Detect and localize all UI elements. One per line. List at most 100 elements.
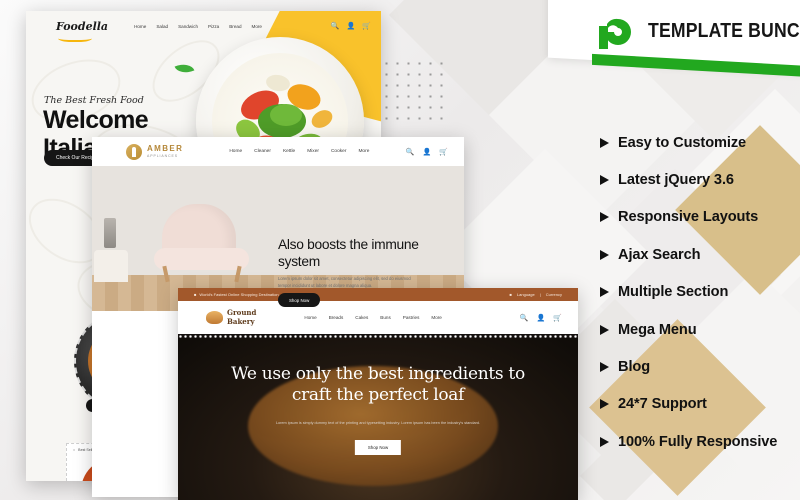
- feature-item: Mega Menu: [600, 311, 800, 348]
- foodella-eyebrow: The Best Fresh Food: [44, 95, 144, 106]
- nav-item[interactable]: Mixer: [307, 149, 319, 154]
- chair-leg: [162, 265, 170, 283]
- feature-label: Blog: [618, 359, 651, 376]
- amber-brand-sub: APPLIANCES: [147, 154, 178, 159]
- amber-logo-text: AMBER APPLIANCES: [147, 143, 184, 159]
- amber-navbar: AMBER APPLIANCES Home Cleaner Kettle Mix…: [92, 137, 464, 166]
- user-icon[interactable]: 👤: [347, 22, 356, 30]
- bakery-topbar: ■ World's Fastest Online Shopping Destin…: [178, 288, 578, 301]
- nav-item[interactable]: Bread: [229, 24, 241, 29]
- amber-nav-icons: 🔍 👤 🛒: [406, 148, 448, 156]
- currency-selector[interactable]: Currency: [546, 292, 562, 297]
- feature-label: Multiple Section: [618, 284, 729, 301]
- feature-label: Easy to Customize: [618, 134, 747, 151]
- amber-brand: AMBER: [147, 143, 184, 153]
- headline-line-2: craft the perfect loaf: [291, 384, 465, 405]
- flag-icon: ■: [194, 292, 197, 297]
- bakery-headline: We use only the best ingredients to craf…: [178, 364, 578, 405]
- triangle-bullet-icon: [600, 137, 609, 148]
- feature-label: Latest jQuery 3.6: [618, 172, 734, 189]
- brand-name: TEMPLATE BUNCH: [648, 19, 800, 42]
- brand-lockup: TEMPLATE BUNCH: [596, 10, 800, 52]
- nav-item[interactable]: Pizza: [208, 24, 219, 29]
- nav-item[interactable]: More: [252, 24, 262, 29]
- feature-item: Ajax Search: [600, 236, 800, 273]
- search-icon[interactable]: 🔍: [331, 22, 340, 30]
- bakery-hero: We use only the best ingredients to craf…: [178, 338, 578, 500]
- user-icon[interactable]: 👤: [537, 314, 546, 322]
- amber-logo-icon: [126, 143, 142, 160]
- nav-item[interactable]: Buns: [380, 315, 390, 320]
- topbar-divider: |: [539, 292, 541, 297]
- feature-item: 100% Fully Responsive: [600, 423, 800, 460]
- bakery-navbar: Ground Bakery Home Breads Cakes Buns Pas…: [178, 301, 578, 334]
- nav-item[interactable]: Cakes: [355, 315, 368, 320]
- triangle-bullet-icon: [600, 249, 609, 260]
- nav-item[interactable]: Breads: [329, 315, 344, 320]
- search-icon[interactable]: 🔍: [406, 148, 415, 156]
- feature-label: Responsive Layouts: [618, 209, 759, 226]
- nav-item[interactable]: Pastries: [403, 315, 420, 320]
- cart-icon[interactable]: 🛒: [439, 148, 448, 156]
- headline-line-1: We use only the best ingredients to: [231, 364, 525, 384]
- bakery-logo-text: Ground Bakery: [227, 309, 256, 325]
- nav-item[interactable]: Sandwich: [178, 24, 198, 29]
- bakery-cta-button[interactable]: Shop Now: [354, 440, 402, 455]
- feature-item: Latest jQuery 3.6: [600, 161, 800, 198]
- nav-item[interactable]: Salad: [156, 24, 168, 29]
- amber-logo[interactable]: AMBER APPLIANCES: [126, 143, 184, 160]
- nav-item[interactable]: Home: [304, 315, 316, 320]
- triangle-bullet-icon: [600, 287, 609, 298]
- bakery-paragraph: Lorem ipsum is simply dummy text of the …: [275, 421, 481, 425]
- topbar-message: World's Fastest Online Shopping Destinat…: [199, 292, 279, 297]
- search-icon[interactable]: 🔍: [520, 314, 529, 322]
- feature-label: 24*7 Support: [618, 396, 707, 413]
- triangle-bullet-icon: [600, 175, 609, 186]
- feature-label: Ajax Search: [618, 246, 701, 263]
- triangle-bullet-icon: [600, 399, 609, 410]
- template-bunch-logo-icon: [596, 10, 638, 52]
- triangle-bullet-icon: [600, 362, 609, 373]
- amber-cta-button[interactable]: Shop Now: [278, 293, 321, 307]
- bakery-logo[interactable]: Ground Bakery: [206, 309, 256, 325]
- vase-decor: [104, 218, 116, 248]
- nav-item[interactable]: Kettle: [283, 149, 295, 154]
- user-icon[interactable]: 👤: [423, 148, 432, 156]
- bakery-nav: Home Breads Cakes Buns Pastries More: [304, 315, 441, 320]
- feature-item: Responsive Layouts: [600, 199, 800, 236]
- nav-item[interactable]: Home: [134, 24, 146, 29]
- chair-seat: [154, 248, 249, 283]
- mockup-bakery: ■ World's Fastest Online Shopping Destin…: [178, 288, 578, 500]
- nav-item[interactable]: More: [431, 315, 441, 320]
- promo-banner: Foodella Home Salad Sandwich Pizza Bread…: [0, 0, 800, 500]
- triangle-bullet-icon: [600, 436, 609, 447]
- foodella-nav-icons: 🔍 👤 🛒: [331, 22, 371, 30]
- feature-item: 24*7 Support: [600, 386, 800, 423]
- flag-icon: ■: [509, 292, 512, 297]
- clock-icon: ○: [73, 448, 76, 452]
- armchair-image: [150, 204, 255, 283]
- triangle-bullet-icon: [600, 324, 609, 335]
- feature-label: 100% Fully Responsive: [618, 433, 778, 450]
- feature-item: Easy to Customize: [600, 124, 800, 161]
- cart-icon[interactable]: 🛒: [362, 22, 371, 30]
- dot-grid-decoration: [381, 58, 443, 120]
- amber-nav: Home Cleaner Kettle Mixer Cooker More: [229, 149, 369, 154]
- side-table: [94, 250, 128, 282]
- chair-leg: [233, 265, 241, 283]
- language-selector[interactable]: Language: [517, 292, 535, 297]
- feature-item: Multiple Section: [600, 274, 800, 311]
- amber-paragraph: Lorem ipsum dolor sit amet, consectetur …: [278, 276, 411, 289]
- headline-line-1: Welcome: [43, 106, 149, 134]
- feature-item: Blog: [600, 348, 800, 385]
- nav-item[interactable]: Cooker: [331, 149, 346, 154]
- feature-list: Easy to Customize Latest jQuery 3.6 Resp…: [600, 124, 800, 461]
- nav-item[interactable]: Home: [229, 149, 242, 154]
- bakery-nav-icons: 🔍 👤 🛒: [520, 314, 562, 322]
- bread-icon: [206, 311, 223, 324]
- nav-item[interactable]: Cleaner: [254, 149, 271, 154]
- nav-item[interactable]: More: [358, 149, 369, 154]
- foodella-logo[interactable]: Foodella: [56, 20, 108, 42]
- triangle-bullet-icon: [600, 212, 609, 223]
- cart-icon[interactable]: 🛒: [553, 314, 562, 322]
